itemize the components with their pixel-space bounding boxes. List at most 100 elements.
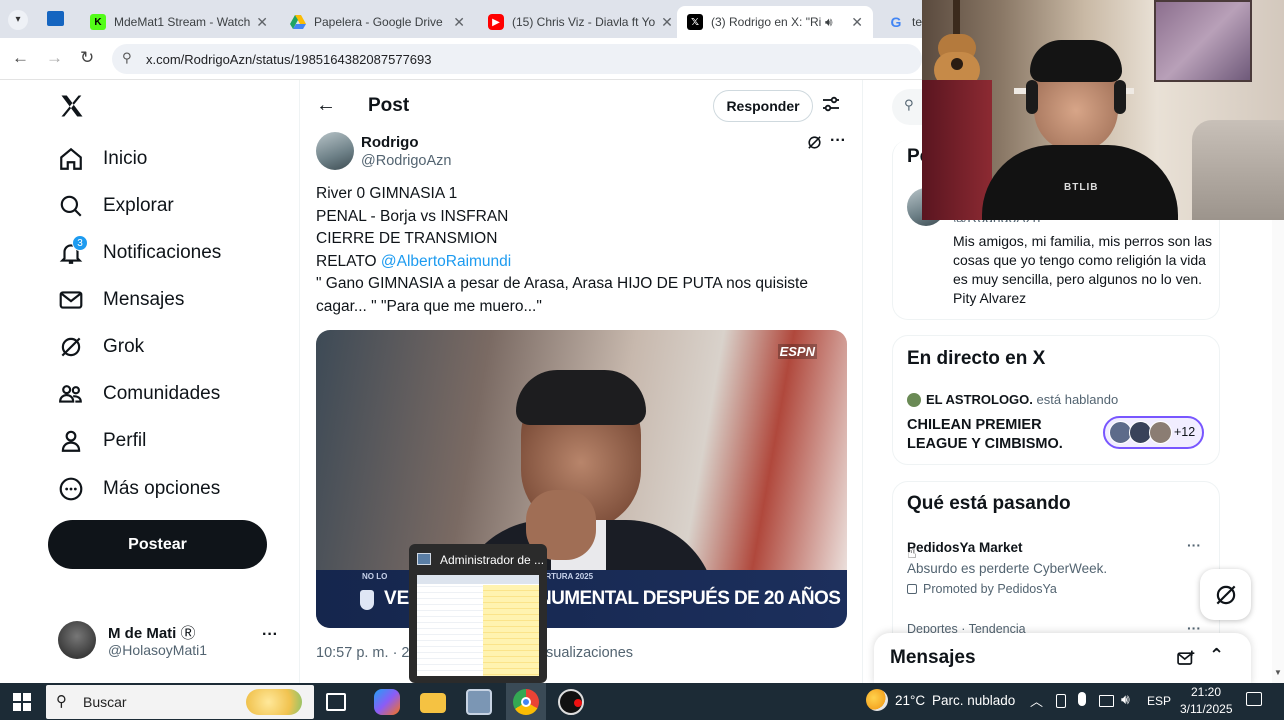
obs-icon[interactable] bbox=[558, 689, 584, 715]
preview-thumbnail bbox=[417, 575, 539, 676]
grok-floating-button[interactable] bbox=[1200, 569, 1251, 620]
nav-label: Inicio bbox=[103, 148, 148, 169]
tab-label: MdeMat1 Stream - Watch bbox=[114, 15, 251, 29]
clock-date[interactable]: 3/11/2025 bbox=[1180, 702, 1233, 716]
speaker-icon[interactable]: 🔊︎ bbox=[825, 15, 833, 30]
nav-notificaciones[interactable]: 3 Notificaciones bbox=[58, 235, 221, 269]
reload-icon[interactable]: ↻ bbox=[80, 48, 94, 68]
back-arrow-icon[interactable]: ← bbox=[12, 48, 29, 68]
more-icon[interactable]: ··· bbox=[830, 132, 846, 150]
weather-temp[interactable]: 21°C bbox=[895, 693, 925, 708]
task-view-icon[interactable] bbox=[326, 693, 346, 711]
more-icon[interactable]: ··· bbox=[262, 626, 278, 644]
close-tab-icon[interactable]: ✕ bbox=[250, 14, 268, 31]
author-handle[interactable]: @RodrigoAzn bbox=[361, 153, 451, 169]
ad-name[interactable]: PedidosYa Market bbox=[907, 540, 1023, 555]
couch bbox=[1192, 120, 1284, 220]
live-card: En directo en X EL ASTROLOGO. está habla… bbox=[892, 335, 1220, 465]
browser-tab-active[interactable]: 𝕏 (3) Rodrigo en X: "Rive 🔊︎ ✕ bbox=[677, 6, 873, 38]
site-settings-icon[interactable]: ⚲ bbox=[122, 50, 132, 66]
host-name[interactable]: EL ASTROLOGO. bbox=[926, 392, 1033, 407]
grok-icon bbox=[61, 337, 81, 357]
tweet-line: CIERRE DE TRANSMION bbox=[316, 230, 498, 247]
task-manager-icon[interactable] bbox=[466, 689, 492, 715]
tweet-line: PENAL - Borja vs INSFRAN bbox=[316, 207, 509, 225]
weather-desc[interactable]: Parc. nublado bbox=[932, 693, 1015, 708]
author-avatar[interactable] bbox=[316, 132, 354, 170]
more-icon[interactable]: ··· bbox=[1187, 537, 1201, 553]
start-button[interactable] bbox=[13, 693, 31, 711]
nav-grok[interactable]: Grok bbox=[58, 331, 144, 363]
ad-text[interactable]: Absurdo es perderte CyberWeek. bbox=[907, 561, 1107, 576]
address-bar[interactable]: ⚲ x.com/RodrigoAzn/status/19851643820875… bbox=[112, 44, 922, 74]
clock-time[interactable]: 21:20 bbox=[1191, 685, 1221, 699]
network-icon[interactable] bbox=[1099, 695, 1114, 707]
messages-dock[interactable]: Mensajes ⌃ bbox=[874, 633, 1251, 685]
taskbar-window-preview[interactable]: Administrador de ... bbox=[409, 544, 547, 683]
search-icon bbox=[60, 195, 82, 217]
space-title[interactable]: CHILEAN PREMIER LEAGUE Y CIMBISMO. bbox=[907, 416, 1077, 454]
scroll-down-arrow-icon[interactable]: ▼ bbox=[1274, 668, 1282, 677]
task-manager-icon bbox=[417, 553, 431, 565]
nav-mas-opciones[interactable]: Más opciones bbox=[58, 473, 220, 505]
back-arrow-icon[interactable]: ← bbox=[316, 94, 336, 117]
nav-label: Perfil bbox=[103, 430, 147, 451]
page-title: Post bbox=[368, 95, 410, 116]
x-logo-icon[interactable] bbox=[58, 92, 86, 120]
nav-inicio[interactable]: Inicio bbox=[58, 143, 147, 175]
post-button[interactable]: Postear bbox=[48, 520, 267, 569]
expand-chevron-icon[interactable]: ⌃ bbox=[1209, 645, 1224, 666]
avatar bbox=[58, 621, 96, 659]
copilot-icon[interactable] bbox=[374, 689, 400, 715]
chrome-icon[interactable] bbox=[513, 689, 539, 715]
tv-ticker: NO LO ERTURA 2025 VEN NUMENTAL DESPUÉS D… bbox=[316, 570, 847, 628]
grok-icon[interactable] bbox=[806, 134, 823, 156]
preview-title: Administrador de ... bbox=[440, 553, 545, 567]
listener-count: +12 bbox=[1174, 425, 1196, 439]
close-tab-icon[interactable]: ✕ bbox=[447, 14, 465, 31]
account-badge: Ⓡ bbox=[180, 625, 196, 642]
author-name[interactable]: Rodrigo bbox=[361, 134, 419, 151]
file-explorer-icon[interactable] bbox=[420, 693, 446, 713]
forward-arrow-icon[interactable]: → bbox=[46, 48, 63, 68]
team-crest-icon bbox=[360, 590, 374, 610]
reply-button[interactable]: Responder bbox=[713, 90, 813, 122]
browser-tab[interactable]: K MdeMat1 Stream - Watch ✕ bbox=[80, 6, 275, 38]
mention-link[interactable]: @AlbertoRaimundi bbox=[381, 253, 511, 270]
filter-settings-icon[interactable] bbox=[821, 94, 841, 119]
account-switcher[interactable]: M de Mati Ⓡ @HolasoyMati1 ··· bbox=[58, 618, 288, 664]
nav-comunidades[interactable]: Comunidades bbox=[58, 378, 220, 410]
messages-dock-title: Mensajes bbox=[890, 647, 976, 668]
post-media-video[interactable]: ESPN NO LO ERTURA 2025 VEN NUMENTAL DESP… bbox=[316, 330, 847, 628]
google-drive-icon bbox=[290, 14, 306, 30]
meet-icon[interactable] bbox=[1056, 694, 1066, 708]
weather-icon[interactable] bbox=[866, 689, 888, 711]
taskbar-search-input[interactable]: ⚲ Buscar bbox=[46, 685, 314, 719]
browser-tab[interactable]: Papelera - Google Drive ✕ bbox=[280, 6, 475, 38]
notification-center-icon[interactable] bbox=[1246, 692, 1262, 706]
language-indicator[interactable]: ESP bbox=[1147, 694, 1171, 708]
microphone-icon[interactable] bbox=[1078, 692, 1086, 706]
close-tab-icon[interactable]: ✕ bbox=[845, 14, 863, 31]
grok-icon bbox=[1216, 585, 1235, 604]
tweet-text: River 0 GIMNASIA 1 PENAL - Borja vs INSF… bbox=[316, 183, 846, 318]
close-tab-icon[interactable]: ✕ bbox=[655, 14, 673, 31]
communities-icon bbox=[59, 385, 82, 403]
tab-search-button[interactable]: ▾ bbox=[8, 10, 28, 30]
nav-perfil[interactable]: Perfil bbox=[58, 425, 146, 457]
search-icon: ⚲ bbox=[904, 97, 914, 112]
quoted-text: Mis amigos, mi familia, mis perros son l… bbox=[953, 233, 1213, 306]
new-message-icon[interactable] bbox=[1176, 649, 1196, 674]
person-icon bbox=[61, 430, 81, 452]
post-timestamp[interactable]: 10:57 p. m. · 2 bbox=[316, 645, 410, 661]
browser-tab[interactable]: G tec bbox=[878, 6, 922, 38]
ticker-right: NUMENTAL DESPUÉS DE 20 AÑOS bbox=[538, 588, 841, 609]
search-icon: ⚲ bbox=[56, 693, 67, 710]
tray-chevron-icon[interactable]: ︿ bbox=[1030, 691, 1043, 710]
outlook-icon[interactable] bbox=[47, 11, 64, 26]
browser-tab[interactable]: ▶ (15) Chris Viz - Diavla ft Yo ✕ bbox=[478, 6, 673, 38]
space-join-button[interactable]: +12 bbox=[1103, 416, 1204, 449]
nav-mensajes[interactable]: Mensajes bbox=[58, 284, 184, 316]
nav-explorar[interactable]: Explorar bbox=[58, 190, 174, 222]
volume-icon[interactable]: 🔊︎ bbox=[1121, 691, 1130, 708]
